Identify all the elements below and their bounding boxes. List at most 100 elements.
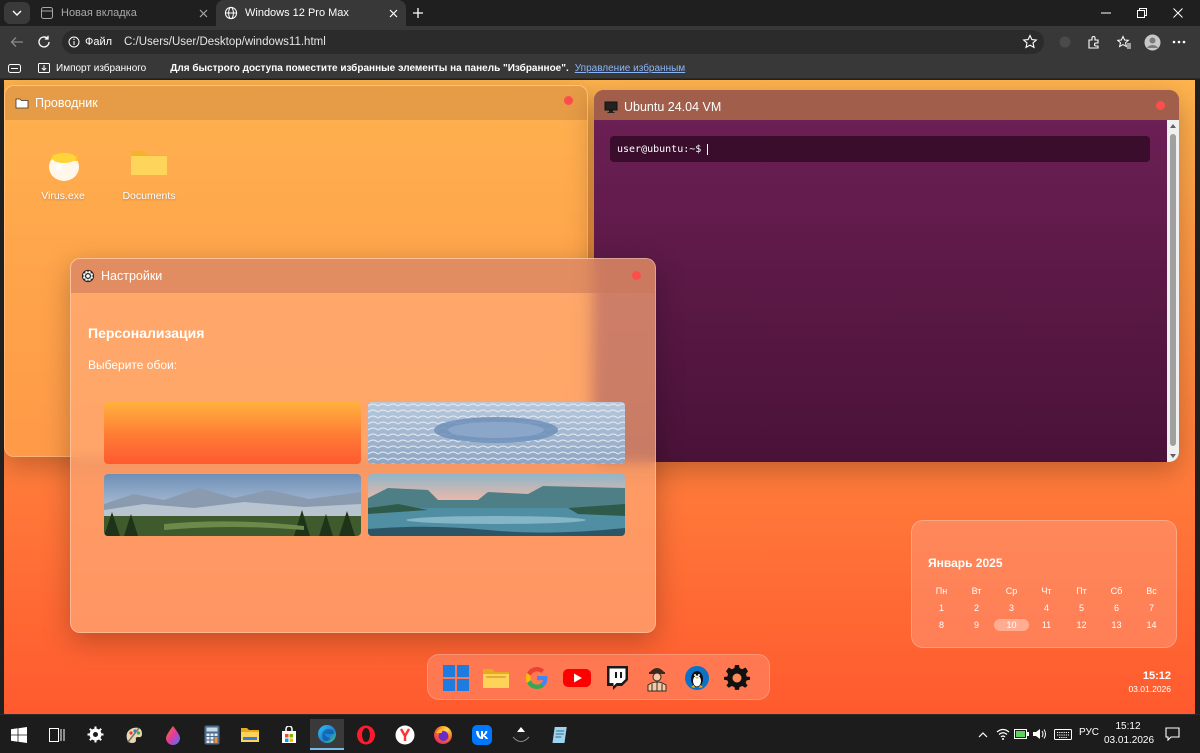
calendar-day[interactable]: 2 <box>959 602 994 614</box>
dock-twitch-icon[interactable] <box>602 663 632 693</box>
weekday-label: Ср <box>1005 586 1018 596</box>
dock-linux-penguin-icon[interactable] <box>682 663 712 693</box>
weekday-label: Сб <box>1110 586 1123 596</box>
ubuntu-titlebar[interactable]: Ubuntu 24.04 VM <box>594 90 1179 124</box>
close-tab-icon[interactable] <box>384 4 402 22</box>
desktop-clock: 15:12 03.01.2026 <box>1128 670 1171 694</box>
inkscape-icon[interactable] <box>504 719 538 750</box>
drop-icon[interactable] <box>156 719 190 750</box>
ubuntu-close-button[interactable] <box>1156 101 1165 110</box>
calendar-month: Январь 2025 <box>928 556 1003 570</box>
tab-new-tab[interactable]: Новая вкладка <box>32 0 216 26</box>
tab-windows-12[interactable]: Windows 12 Pro Max <box>216 0 406 26</box>
favorite-star-icon[interactable] <box>1022 34 1038 53</box>
explorer-titlebar[interactable]: Проводник <box>5 86 587 120</box>
calendar-day[interactable]: 8 <box>924 619 959 631</box>
favorites-hint-text: Для быстрого доступа поместите избранные… <box>170 62 569 74</box>
battery-icon[interactable] <box>1012 725 1030 743</box>
store-icon[interactable] <box>272 719 306 750</box>
site-info-chip[interactable]: Файл <box>62 30 118 54</box>
calendar-day[interactable]: 3 <box>994 602 1029 614</box>
dock-youtube-icon[interactable] <box>562 663 592 693</box>
show-hidden-icons-chevron-icon[interactable] <box>974 725 992 743</box>
minimize-button[interactable] <box>1086 0 1126 26</box>
arrow-left-icon <box>10 37 23 47</box>
taskbar-clock[interactable]: 15:12 03.01.2026 <box>1104 720 1154 748</box>
notepad-icon[interactable] <box>542 719 576 750</box>
calendar-day[interactable]: 12 <box>1064 619 1099 631</box>
calendar-day[interactable]: 4 <box>1029 602 1064 614</box>
opera-icon[interactable] <box>349 719 383 750</box>
new-tab-button[interactable] <box>408 3 428 23</box>
wallpaper-lake-sunset[interactable] <box>368 474 625 536</box>
desktop-clock-time: 15:12 <box>1142 670 1171 682</box>
settings-close-button[interactable] <box>632 271 641 280</box>
reload-icon <box>38 35 50 48</box>
edge-icon[interactable] <box>310 719 344 750</box>
calendar-day[interactable]: 14 <box>1134 619 1169 631</box>
paint-icon[interactable] <box>117 719 151 750</box>
tab-label: Новая вкладка <box>61 7 137 19</box>
tab-actions-menu-button[interactable] <box>4 2 30 24</box>
address-bar[interactable]: Файл C:/Users/User/Desktop/windows11.htm… <box>62 30 1044 54</box>
dock-gear-icon[interactable] <box>722 663 752 693</box>
settings-titlebar[interactable]: Настройки <box>71 259 655 293</box>
scroll-up-icon[interactable] <box>1170 123 1176 129</box>
calendar-day[interactable]: 6 <box>1099 602 1134 614</box>
extensions-icon[interactable] <box>1082 32 1104 52</box>
wifi-icon[interactable] <box>994 725 1012 743</box>
restore-button[interactable] <box>1122 0 1162 26</box>
close-tab-icon[interactable] <box>194 4 212 22</box>
terminal-input[interactable]: user@ubuntu:~$ <box>610 136 1150 162</box>
scrollbar-thumb[interactable] <box>1170 134 1176 446</box>
keyboard-icon[interactable] <box>1052 725 1074 743</box>
desktop-icon-documents[interactable]: Documents <box>109 141 189 202</box>
desktop-icon-virus[interactable]: Virus.exe <box>23 141 103 202</box>
notifications-icon[interactable] <box>1163 725 1181 743</box>
manage-favorites-link[interactable]: Управление избранным <box>575 63 685 74</box>
terminal-area[interactable]: user@ubuntu:~$ <box>594 120 1167 462</box>
reload-button[interactable] <box>33 32 55 52</box>
calendar-day[interactable]: 1 <box>924 602 959 614</box>
input-language-indicator[interactable]: РУС <box>1079 727 1099 738</box>
windows-start-icon[interactable] <box>2 719 36 750</box>
calendar-day[interactable]: 7 <box>1134 602 1169 614</box>
yandex-icon[interactable] <box>388 719 422 750</box>
dock-google-icon[interactable] <box>522 663 552 693</box>
calculator-icon[interactable] <box>195 719 229 750</box>
calendar-day-today[interactable]: 10 <box>994 619 1029 631</box>
firefox-icon[interactable] <box>426 719 460 750</box>
lake-sunset-image <box>368 474 625 536</box>
import-favorites-button[interactable]: Импорт избранного <box>38 62 146 74</box>
calendar-day[interactable]: 5 <box>1064 602 1099 614</box>
favorites-icon[interactable] <box>1113 32 1135 52</box>
volume-icon[interactable] <box>1030 725 1048 743</box>
calendar-day[interactable]: 13 <box>1099 619 1134 631</box>
file-explorer-icon[interactable] <box>233 719 267 750</box>
wallpaper-blue-waves[interactable] <box>368 402 625 464</box>
more-menu-button[interactable] <box>1168 32 1190 52</box>
dock-folder-icon[interactable] <box>481 663 511 693</box>
scroll-down-icon[interactable] <box>1170 453 1176 459</box>
gear-icon <box>81 269 95 283</box>
monitor-icon <box>604 101 618 113</box>
dock-builder-icon[interactable] <box>642 663 672 693</box>
task-view-icon[interactable] <box>40 719 74 750</box>
profile-avatar[interactable] <box>1141 32 1163 52</box>
terminal-scrollbar[interactable] <box>1167 120 1179 462</box>
dock-windows-logo-icon[interactable] <box>441 663 471 693</box>
close-window-button[interactable] <box>1158 0 1198 26</box>
back-button[interactable] <box>6 32 28 52</box>
settings-gear-icon[interactable] <box>78 719 112 750</box>
calendar-day[interactable]: 9 <box>959 619 994 631</box>
vk-icon[interactable] <box>465 719 499 750</box>
tracking-shield-icon[interactable] <box>1054 32 1076 52</box>
toggle-favorites-bar-icon[interactable] <box>8 63 21 74</box>
terminal-prompt: user@ubuntu:~$ <box>617 143 702 155</box>
calendar-day[interactable]: 11 <box>1029 619 1064 631</box>
explorer-close-button[interactable] <box>564 96 573 105</box>
weekday-label: Вс <box>1146 586 1157 596</box>
wallpaper-mountain-forest[interactable] <box>104 474 361 536</box>
calendar-grid: Пн Вт Ср Чт Пт Сб Вс 1 2 3 4 5 6 7 8 9 1… <box>924 585 1169 631</box>
wallpaper-orange-gradient[interactable] <box>104 402 361 464</box>
